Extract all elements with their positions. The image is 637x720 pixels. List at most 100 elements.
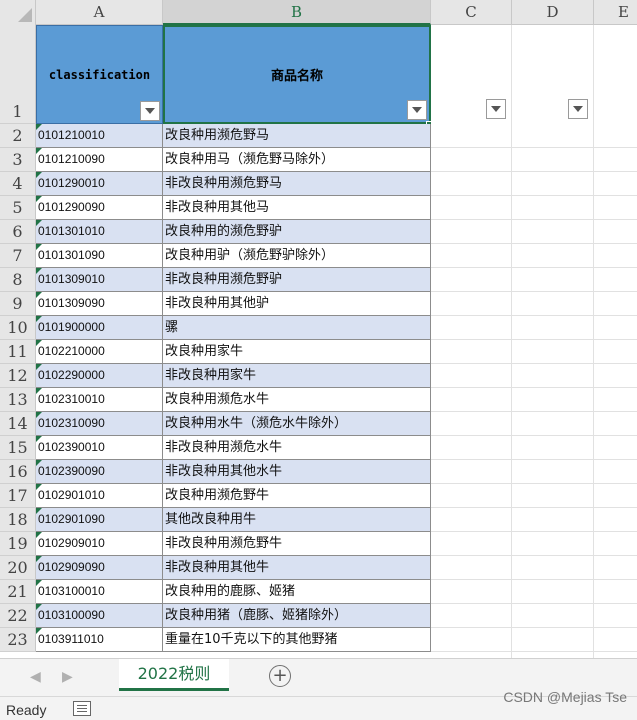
- cell-product-name[interactable]: 非改良种用濒危水牛: [163, 436, 431, 460]
- cell-classification[interactable]: 0101210090: [36, 148, 163, 172]
- row-header[interactable]: 8: [0, 268, 36, 292]
- row-header[interactable]: 16: [0, 460, 36, 484]
- cell-product-name[interactable]: 非改良种用其他马: [163, 196, 431, 220]
- column-header-c[interactable]: C: [431, 0, 512, 25]
- row-header[interactable]: 14: [0, 412, 36, 436]
- add-sheet-icon[interactable]: +: [269, 665, 291, 687]
- cell-classification[interactable]: 0102290000: [36, 364, 163, 388]
- cell-product-name[interactable]: 改良种用驴（濒危野驴除外）: [163, 244, 431, 268]
- row-header-1[interactable]: 1: [0, 25, 36, 124]
- row-header[interactable]: 12: [0, 364, 36, 388]
- row-header[interactable]: 17: [0, 484, 36, 508]
- row-header[interactable]: 2: [0, 124, 36, 148]
- cell-classification[interactable]: 0102390090: [36, 460, 163, 484]
- cell-classification[interactable]: 0101210010: [36, 124, 163, 148]
- cell-product-name[interactable]: 非改良种用其他牛: [163, 556, 431, 580]
- cell-classification[interactable]: 0101290090: [36, 196, 163, 220]
- row-header[interactable]: 3: [0, 148, 36, 172]
- row-header[interactable]: 7: [0, 244, 36, 268]
- row-header[interactable]: 22: [0, 604, 36, 628]
- select-all-button[interactable]: [0, 0, 36, 25]
- cell-classification[interactable]: 0102901090: [36, 508, 163, 532]
- cell-product-name[interactable]: 重量在10千克以下的其他野猪: [163, 628, 431, 652]
- cell-product-name[interactable]: 改良种用濒危野马: [163, 124, 431, 148]
- row-header[interactable]: 20: [0, 556, 36, 580]
- cell-classification[interactable]: 0103100010: [36, 580, 163, 604]
- row-header[interactable]: 21: [0, 580, 36, 604]
- column-header-d[interactable]: D: [512, 0, 594, 25]
- cell-product-name[interactable]: 改良种用猪（鹿豚、姬猪除外）: [163, 604, 431, 628]
- row-header[interactable]: 19: [0, 532, 36, 556]
- cell-classification[interactable]: 0101309010: [36, 268, 163, 292]
- gridline: [431, 435, 637, 436]
- row-header[interactable]: 9: [0, 292, 36, 316]
- cell-classification-text: 0102290000: [38, 368, 105, 382]
- cell-classification[interactable]: 0103100090: [36, 604, 163, 628]
- error-indicator-icon: [36, 268, 42, 274]
- cell-classification[interactable]: 0102390010: [36, 436, 163, 460]
- column-header-e[interactable]: E: [594, 0, 637, 25]
- column-c-cells[interactable]: [431, 25, 512, 658]
- cell-product-name[interactable]: 骡: [163, 316, 431, 340]
- scroll-tabs-left-icon[interactable]: ◀: [30, 669, 41, 685]
- row-header[interactable]: 11: [0, 340, 36, 364]
- gridline: [431, 339, 637, 340]
- cell-classification-text: 0101301010: [38, 224, 105, 238]
- gridline: [431, 579, 637, 580]
- cell-classification-text: 0102909010: [38, 536, 105, 550]
- header-cell-classification[interactable]: classification: [36, 25, 163, 124]
- row-header[interactable]: 15: [0, 436, 36, 460]
- cell-product-name[interactable]: 非改良种用濒危野马: [163, 172, 431, 196]
- cell-product-name[interactable]: 非改良种用其他水牛: [163, 460, 431, 484]
- row-header[interactable]: 6: [0, 220, 36, 244]
- cell-product-name[interactable]: 改良种用濒危水牛: [163, 388, 431, 412]
- column-d-cells[interactable]: [512, 25, 594, 658]
- macro-recording-icon[interactable]: [73, 701, 91, 716]
- cell-product-name[interactable]: 改良种用马（濒危野马除外）: [163, 148, 431, 172]
- gridline: [431, 555, 637, 556]
- cell-product-name[interactable]: 改良种用家牛: [163, 340, 431, 364]
- row-header[interactable]: 18: [0, 508, 36, 532]
- gridline: [431, 483, 637, 484]
- row-header[interactable]: 13: [0, 388, 36, 412]
- sheet-tab-2022[interactable]: 2022税则: [119, 659, 229, 691]
- cell-classification-text: 0102901090: [38, 512, 105, 526]
- status-text: Ready: [6, 702, 47, 718]
- cell-product-name[interactable]: 改良种用水牛（濒危水牛除外）: [163, 412, 431, 436]
- cell-classification[interactable]: 0102210000: [36, 340, 163, 364]
- cell-classification[interactable]: 0103911010: [36, 628, 163, 652]
- cell-product-name[interactable]: 其他改良种用牛: [163, 508, 431, 532]
- cell-classification[interactable]: 0101309090: [36, 292, 163, 316]
- scroll-tabs-right-icon[interactable]: ▶: [62, 669, 73, 685]
- cell-product-name[interactable]: 改良种用濒危野牛: [163, 484, 431, 508]
- row-header[interactable]: 4: [0, 172, 36, 196]
- row-header[interactable]: 5: [0, 196, 36, 220]
- cell-classification-text: 0102210000: [38, 344, 105, 358]
- cell-classification[interactable]: 0101301090: [36, 244, 163, 268]
- row-header[interactable]: 10: [0, 316, 36, 340]
- column-header-a[interactable]: A: [36, 0, 163, 25]
- cell-classification[interactable]: 0102310090: [36, 412, 163, 436]
- cell-classification[interactable]: 0102909090: [36, 556, 163, 580]
- cell-classification[interactable]: 0102310010: [36, 388, 163, 412]
- cell-product-name[interactable]: 非改良种用濒危野牛: [163, 532, 431, 556]
- cell-product-name[interactable]: 非改良种用其他驴: [163, 292, 431, 316]
- cell-product-name[interactable]: 改良种用的鹿豚、姬猪: [163, 580, 431, 604]
- cell-product-name[interactable]: 非改良种用家牛: [163, 364, 431, 388]
- cell-classification-text: 0102390090: [38, 464, 105, 478]
- filter-dropdown-a[interactable]: [140, 101, 160, 121]
- error-indicator-icon: [36, 196, 42, 202]
- row-header[interactable]: 23: [0, 628, 36, 652]
- error-indicator-icon: [36, 388, 42, 394]
- error-indicator-icon: [36, 412, 42, 418]
- cell-classification[interactable]: 0102909010: [36, 532, 163, 556]
- cell-classification[interactable]: 0102901010: [36, 484, 163, 508]
- cell-product-name[interactable]: 非改良种用濒危野驴: [163, 268, 431, 292]
- column-header-b[interactable]: B: [163, 0, 431, 25]
- header-cell-product-name[interactable]: 商品名称: [163, 25, 431, 124]
- cell-product-name[interactable]: 改良种用的濒危野驴: [163, 220, 431, 244]
- cell-classification[interactable]: 0101900000: [36, 316, 163, 340]
- filter-dropdown-b[interactable]: [407, 100, 427, 120]
- cell-classification[interactable]: 0101301010: [36, 220, 163, 244]
- cell-classification[interactable]: 0101290010: [36, 172, 163, 196]
